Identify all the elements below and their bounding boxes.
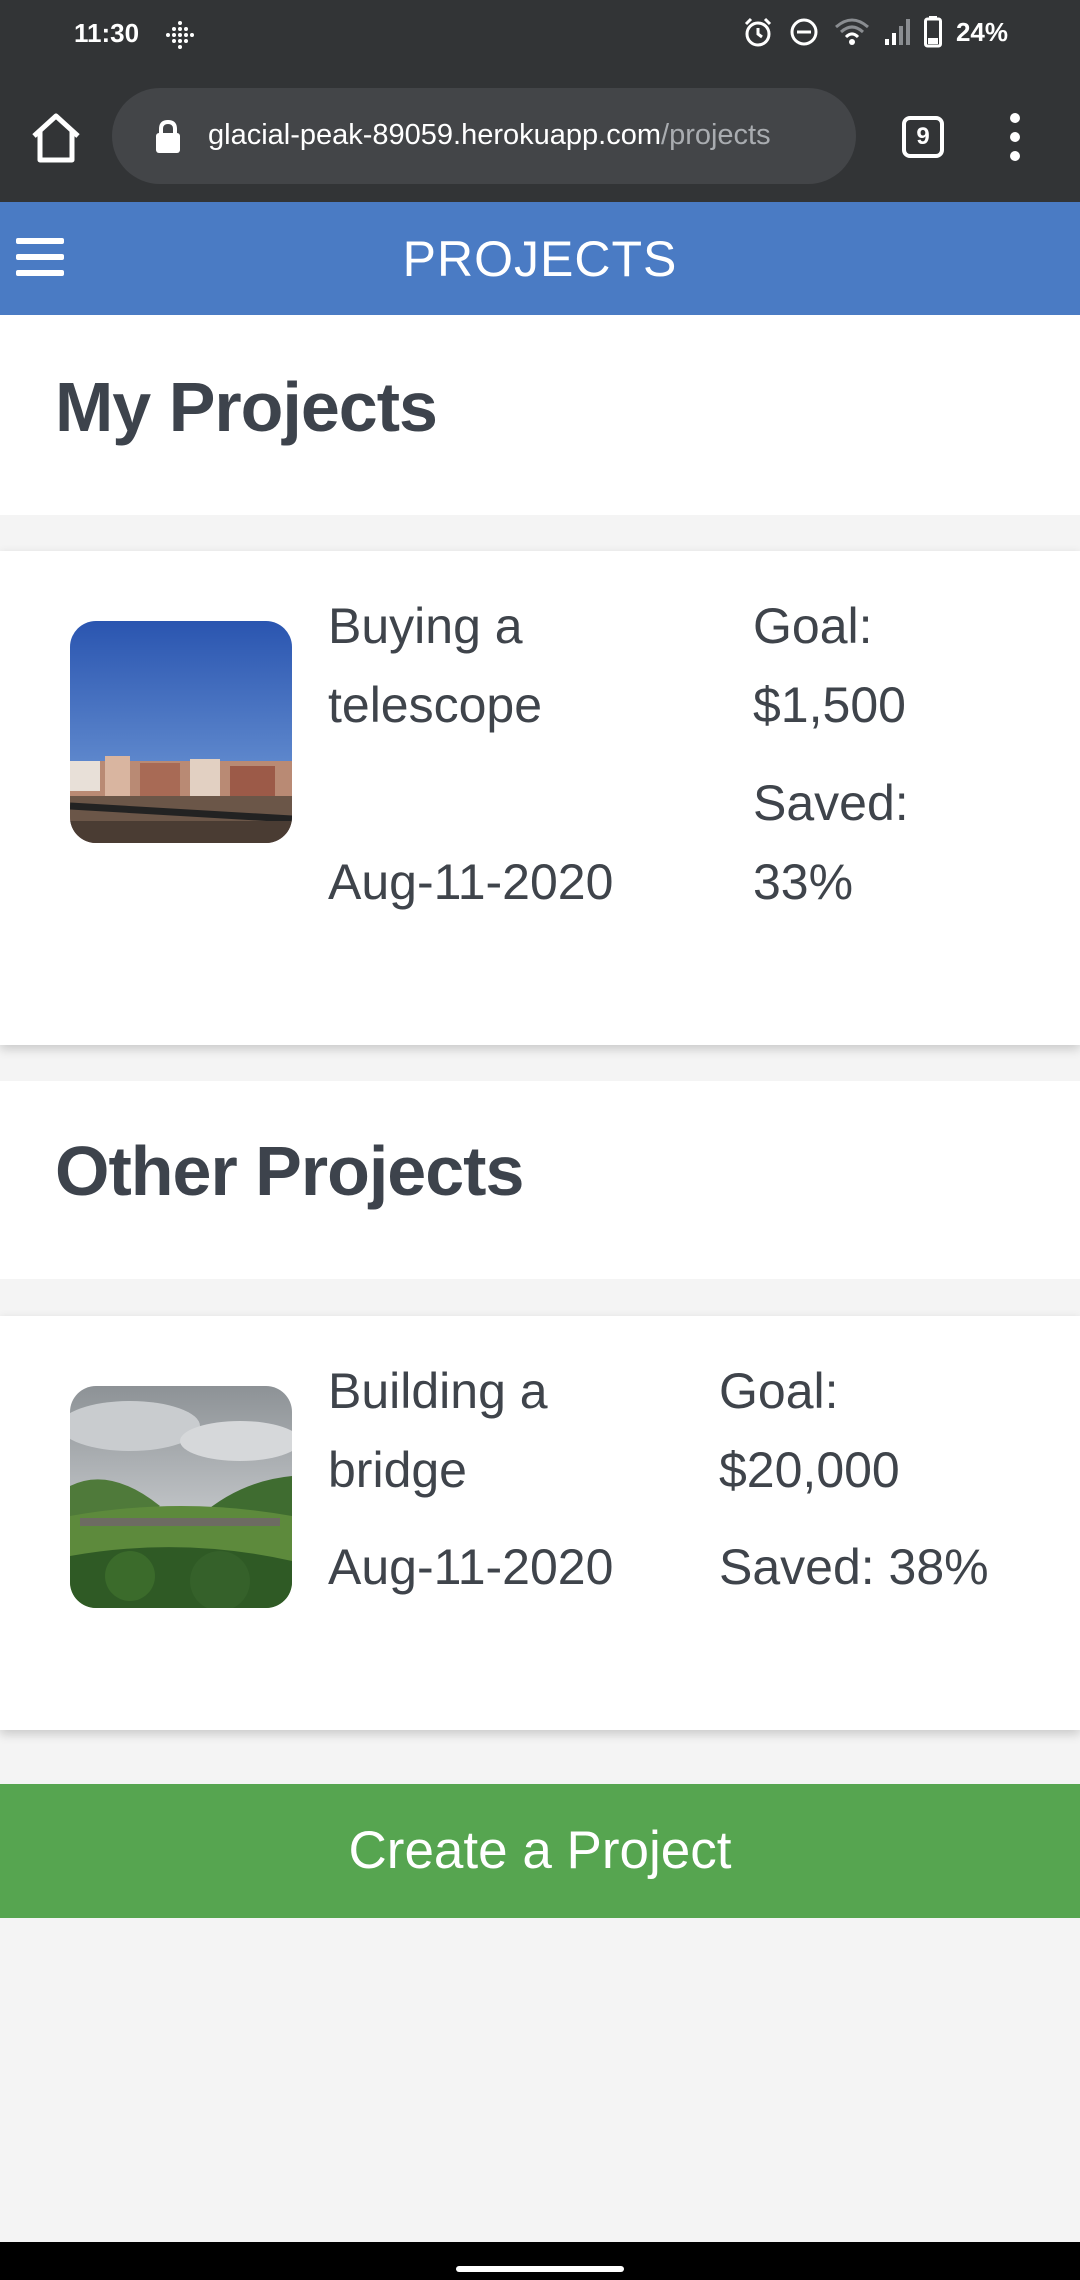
project-name-line2: bridge	[328, 1442, 467, 1498]
project-name: Buying a telescope	[328, 587, 542, 745]
saved-value: 33%	[753, 854, 854, 910]
goal-value: $20,000	[719, 1442, 900, 1498]
do-not-disturb-icon	[790, 18, 818, 46]
my-projects-heading: My Projects	[55, 368, 438, 446]
lock-icon	[156, 120, 180, 153]
status-time: 11:30	[74, 18, 140, 48]
project-saved: Saved: 33%	[753, 764, 909, 922]
city-photo	[70, 621, 292, 843]
bridge-photo	[70, 1386, 292, 1608]
browser-toolbar: glacial-peak-89059.herokuapp.com/project…	[0, 70, 1080, 202]
url-host: glacial-peak-89059.herokuapp.com	[208, 119, 662, 151]
status-bar: 11:30 24%	[0, 0, 1080, 70]
page-title: PROJECTS	[402, 231, 678, 287]
more-vert-icon[interactable]	[1004, 110, 1026, 164]
create-project-button[interactable]: Create a Project	[0, 1784, 1080, 1918]
project-thumbnail	[70, 621, 292, 843]
project-name-line1: Buying a	[328, 598, 523, 654]
system-nav-bar	[0, 2242, 1080, 2280]
goal-value: $1,500	[753, 677, 906, 733]
project-name-line2: telescope	[328, 677, 543, 733]
project-card[interactable]: Building a bridge Aug-11-2020 Goal: $20,…	[0, 1316, 1080, 1730]
url-path: /projects	[661, 119, 771, 151]
app-header: PROJECTS	[0, 202, 1080, 315]
tab-switcher-button[interactable]: 9	[902, 116, 944, 158]
gesture-handle[interactable]	[456, 2266, 624, 2272]
address-bar[interactable]: glacial-peak-89059.herokuapp.com/project…	[112, 88, 856, 184]
goal-label: Goal:	[753, 598, 873, 654]
project-goal: Goal: $20,000	[719, 1352, 900, 1510]
alarm-icon	[744, 17, 772, 47]
wifi-icon	[834, 18, 869, 45]
battery-icon	[923, 16, 942, 48]
page: 11:30 24% glacial-peak-89059.herokuapp.c…	[0, 0, 1080, 2280]
goal-label: Goal:	[719, 1363, 839, 1419]
url-text[interactable]: glacial-peak-89059.herokuapp.com/project…	[208, 119, 771, 152]
project-date: Aug-11-2020	[328, 1539, 614, 1595]
home-icon[interactable]	[28, 112, 84, 164]
my-projects-header: My Projects	[0, 315, 1080, 515]
signal-icon	[884, 19, 910, 45]
project-saved: Saved: 38%	[719, 1539, 989, 1595]
project-card[interactable]: Buying a telescope Aug-11-2020 Goal: $1,…	[0, 551, 1080, 1045]
project-goal: Goal: $1,500	[753, 587, 906, 745]
other-projects-header: Other Projects	[0, 1081, 1080, 1279]
status-icons: 24%	[742, 16, 1008, 48]
saved-label: Saved:	[753, 775, 909, 831]
project-name: Building a bridge	[328, 1352, 548, 1510]
project-thumbnail	[70, 1386, 292, 1608]
project-date: Aug-11-2020	[328, 854, 614, 910]
other-projects-heading: Other Projects	[55, 1132, 524, 1210]
project-name-line1: Building a	[328, 1363, 548, 1419]
battery-percent: 24%	[955, 16, 1008, 47]
grid-icon	[166, 21, 194, 49]
